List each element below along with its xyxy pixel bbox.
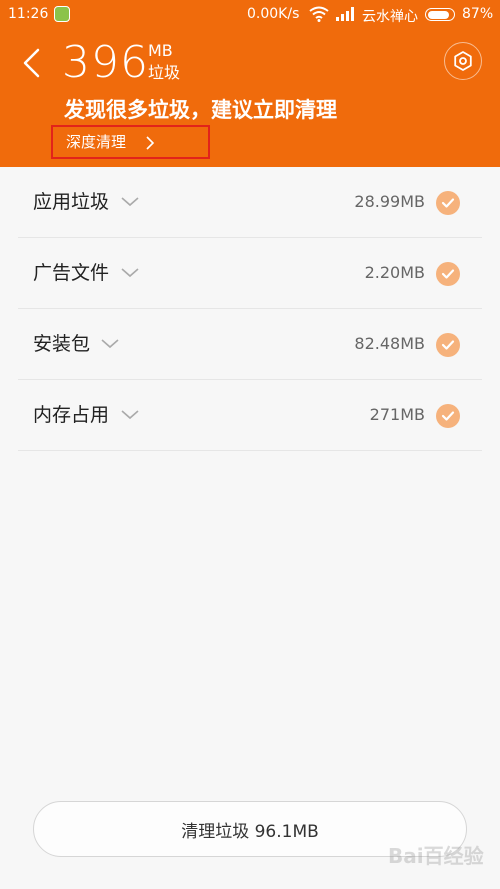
category-label: 内存占用: [33, 404, 110, 426]
signal-icon: [336, 7, 354, 21]
list-item-install-packages[interactable]: 安装包 82.48MB: [18, 309, 482, 380]
chevron-down-icon[interactable]: [121, 197, 139, 207]
list-item-ad-files[interactable]: 广告文件 2.20MB: [18, 238, 482, 309]
header-panel: 11:26 0.00K/s 云水禅心 87% 396 MB 垃圾 发现很多垃圾，…: [0, 0, 500, 167]
chevron-down-icon[interactable]: [121, 268, 139, 278]
check-icon[interactable]: [436, 333, 460, 357]
junk-size-unit: MB: [148, 41, 173, 60]
chevron-down-icon[interactable]: [121, 410, 139, 420]
watermark: Bai百经验: [388, 844, 484, 868]
list-item-app-junk[interactable]: 应用垃圾 28.99MB: [18, 167, 482, 238]
deep-clean-label: 深度清理: [66, 133, 127, 151]
list-item-memory-usage[interactable]: 内存占用 271MB: [18, 380, 482, 451]
check-icon[interactable]: [436, 191, 460, 215]
category-label: 广告文件: [33, 262, 110, 284]
battery-percent: 87%: [462, 6, 494, 22]
chevron-down-icon[interactable]: [101, 339, 119, 349]
check-icon[interactable]: [436, 404, 460, 428]
category-label: 安装包: [33, 333, 91, 355]
category-size: 271MB: [369, 405, 425, 424]
settings-button[interactable]: [444, 42, 482, 80]
status-time: 11:26: [8, 6, 49, 22]
junk-size-value: 396: [62, 37, 149, 88]
gear-icon: [454, 51, 472, 71]
network-speed: 0.00K/s: [247, 6, 300, 22]
notification-app-icon: [54, 6, 70, 22]
category-size: 82.48MB: [354, 334, 425, 353]
category-label: 应用垃圾: [33, 191, 110, 213]
category-size: 28.99MB: [354, 192, 425, 211]
junk-size-label: 垃圾: [148, 63, 181, 82]
battery-icon: [425, 8, 455, 21]
back-arrow-icon[interactable]: [22, 48, 40, 78]
deep-clean-link[interactable]: 深度清理: [51, 125, 210, 159]
wifi-icon: [309, 6, 329, 22]
junk-category-list: 应用垃圾 28.99MB 广告文件 2.20MB 安装包 82.48MB 内存占…: [18, 167, 482, 451]
status-bar: 11:26 0.00K/s 云水禅心 87%: [0, 0, 500, 30]
carrier-name: 云水禅心: [362, 9, 418, 25]
category-size: 2.20MB: [364, 263, 425, 282]
suggestion-text: 发现很多垃圾，建议立即清理: [64, 98, 337, 122]
chevron-right-icon: [146, 136, 155, 150]
check-icon[interactable]: [436, 262, 460, 286]
